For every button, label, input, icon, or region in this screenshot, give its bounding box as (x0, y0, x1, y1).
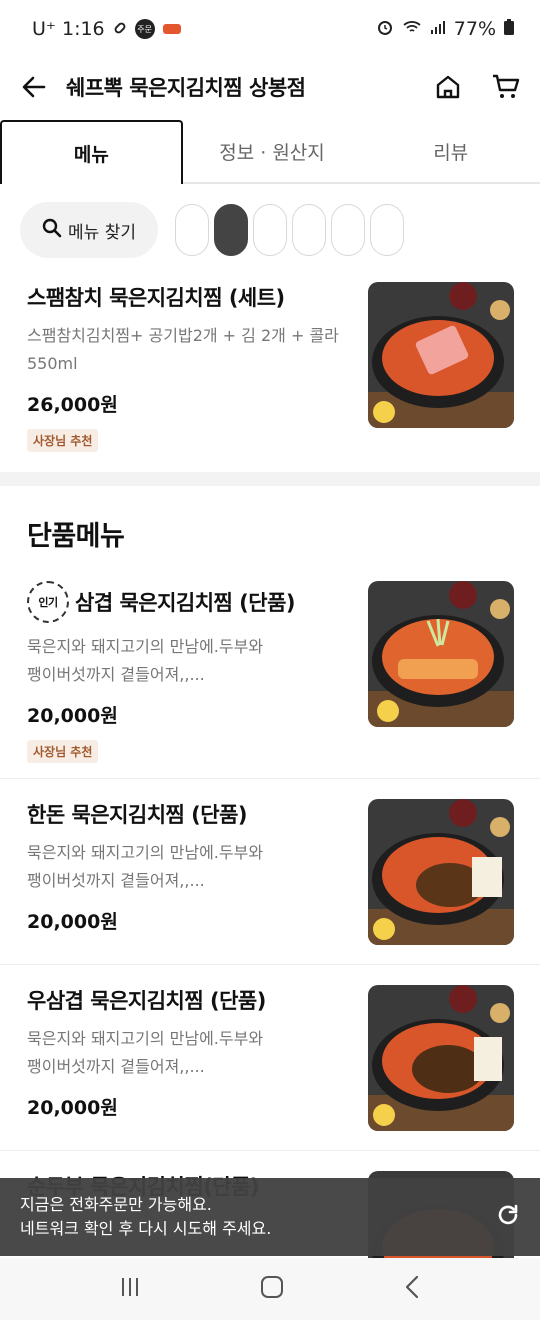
owner-pick-badge: 사장님 추천 (27, 429, 99, 452)
menu-list: 스팸참치 묵은지김치찜 (세트) 스팸참치김치찜+ 공기밥2개 + 김 2개 +… (0, 262, 540, 1262)
section-title: 단품메뉴 (27, 521, 125, 552)
page-title: 쉐프뽁 묵은지김치찜 상봉점 (66, 76, 306, 100)
status-time: U⁺ 1:16 (32, 18, 105, 40)
tab-menu[interactable]: 메뉴 (0, 120, 183, 184)
search-icon (42, 218, 62, 243)
menu-item-price: 26,000원 (27, 394, 118, 416)
status-bar: U⁺ 1:16 주문 77% (0, 0, 540, 58)
recent-apps-icon[interactable] (119, 1276, 141, 1302)
menu-item[interactable]: 우삼겹 묵은지김치찜 (단품) 묵은지와 돼지고기의 만남에.두부와 팽이버섯까… (0, 965, 540, 1151)
tab-bar: 메뉴 정보 · 원산지 리뷰 (0, 120, 540, 184)
alarm-icon (376, 18, 394, 41)
section-divider (0, 472, 540, 486)
menu-item-price: 20,000원 (27, 1097, 118, 1119)
menu-search-button[interactable]: 메뉴 찾기 (20, 202, 158, 258)
category-chip-selected[interactable] (214, 204, 248, 256)
menu-item-price: 20,000원 (27, 705, 118, 727)
link-icon (113, 18, 127, 40)
home-icon[interactable] (432, 71, 464, 103)
menu-item-name: 한돈 묵은지김치찜 (단품) (27, 803, 248, 827)
menu-item-photo (368, 581, 514, 727)
category-chip[interactable] (370, 204, 404, 256)
order-app-icon: 주문 (134, 19, 155, 39)
tab-info-origin[interactable]: 정보 · 원산지 (183, 120, 362, 182)
menu-search-label: 메뉴 찾기 (68, 222, 136, 243)
menu-item-photo (368, 282, 514, 428)
back-nav-icon[interactable] (403, 1275, 421, 1303)
menu-item-name: 우삼겹 묵은지김치찜 (단품) (27, 989, 266, 1013)
category-chip[interactable] (331, 204, 365, 256)
menu-item-desc: 묵은지와 돼지고기의 만남에.두부와 팽이버섯까지 곁들어져,,... (27, 1029, 264, 1076)
toast-message: 지금은 전화주문만 가능해요. 네트워크 확인 후 다시 시도해 주세요. (20, 1195, 272, 1238)
menu-item-desc: 묵은지와 돼지고기의 만남에.두부와 팽이버섯까지 곁들어져,,... (27, 843, 264, 890)
home-nav-icon[interactable] (260, 1275, 284, 1303)
network-error-toast: 지금은 전화주문만 가능해요. 네트워크 확인 후 다시 시도해 주세요. (0, 1178, 540, 1256)
wifi-icon (402, 18, 422, 40)
menu-item-name: 삼겹 묵은지김치찜 (단품) (75, 591, 296, 615)
owner-pick-badge: 사장님 추천 (27, 740, 99, 763)
system-nav-bar (0, 1258, 540, 1320)
menu-item[interactable]: 스팸참치 묵은지김치찜 (세트) 스팸참치김치찜+ 공기밥2개 + 김 2개 +… (0, 262, 540, 472)
tab-reviews[interactable]: 리뷰 (361, 120, 540, 182)
app-header: 쉐프뽁 묵은지김치찜 상봉점 (0, 58, 540, 116)
menu-item-desc: 묵은지와 돼지고기의 만남에.두부와 팽이버섯까지 곁들어져,,... (27, 637, 264, 684)
signal-icon (430, 18, 446, 40)
battery-icon (504, 18, 514, 40)
category-chip[interactable] (292, 204, 326, 256)
category-chip[interactable] (175, 204, 209, 256)
cart-icon[interactable] (490, 71, 522, 103)
refresh-icon[interactable] (496, 1203, 520, 1231)
menu-item-desc: 스팸참치김치찜+ 공기밥2개 + 김 2개 + 콜라 550ml (27, 326, 339, 373)
menu-item-price: 20,000원 (27, 911, 118, 933)
menu-item[interactable]: 인기 삼겹 묵은지김치찜 (단품) 묵은지와 돼지고기의 만남에.두부와 팽이버… (0, 561, 540, 779)
app-logo-icon (162, 24, 181, 34)
menu-item-name: 스팸참치 묵은지김치찜 (세트) (27, 286, 285, 310)
category-chip-row: 메뉴 찾기 (20, 202, 404, 258)
popular-badge-icon: 인기 (27, 581, 69, 623)
menu-item-photo (368, 799, 514, 945)
menu-item[interactable]: 한돈 묵은지김치찜 (단품) 묵은지와 돼지고기의 만남에.두부와 팽이버섯까지… (0, 779, 540, 965)
menu-item-name-row: 인기 삼겹 묵은지김치찜 (단품) (27, 581, 360, 623)
category-chip[interactable] (253, 204, 287, 256)
menu-item-photo (368, 985, 514, 1131)
back-arrow-icon[interactable] (18, 71, 50, 103)
battery-level: 77% (453, 18, 496, 40)
